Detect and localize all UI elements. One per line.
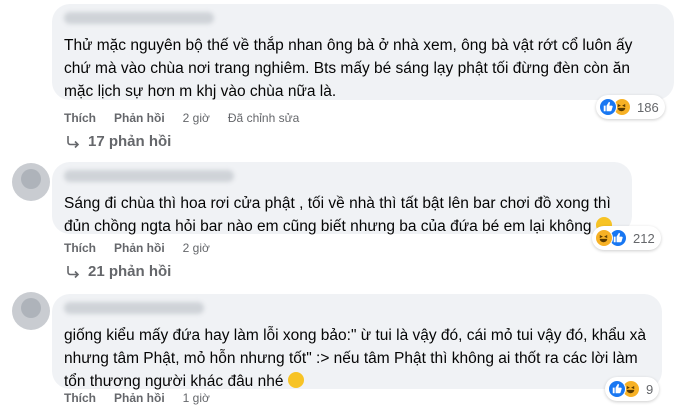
- commenter-name[interactable]: [64, 170, 234, 182]
- reaction-count: 9: [646, 381, 654, 397]
- comment-actions: Thích Phản hồi 2 giờ Đã chỉnh sửa: [64, 111, 299, 125]
- comment-bubble: Sáng đi chùa thì hoa rơi cửa phật , tối …: [52, 162, 632, 235]
- grin-emoji-icon: [287, 372, 304, 388]
- comment-time[interactable]: 2 giờ: [183, 241, 210, 255]
- reaction-summary[interactable]: 9: [605, 377, 660, 401]
- comment-actions: Thích Phản hồi 1 giờ: [64, 391, 210, 405]
- avatar[interactable]: [12, 292, 50, 330]
- avatar[interactable]: [12, 163, 50, 201]
- reaction-summary[interactable]: 186: [596, 95, 665, 119]
- reply-button[interactable]: Phản hồi: [114, 111, 165, 125]
- like-button[interactable]: Thích: [64, 241, 96, 255]
- like-icon: [608, 380, 626, 398]
- view-replies-button[interactable]: 21 phản hồi: [66, 263, 171, 280]
- reply-arrow-icon: [66, 135, 80, 149]
- reaction-count: 212: [633, 230, 655, 246]
- reaction-count: 186: [637, 99, 659, 115]
- like-button[interactable]: Thích: [64, 391, 96, 405]
- edited-label: Đã chỉnh sửa: [227, 111, 300, 125]
- reaction-summary[interactable]: 212: [592, 226, 661, 250]
- replies-count: 21 phản hồi: [88, 263, 172, 280]
- like-icon: [599, 98, 617, 116]
- comment-text: Sáng đi chùa thì hoa rơi cửa phật , tối …: [64, 195, 612, 235]
- view-replies-button[interactable]: 17 phản hồi: [66, 133, 171, 150]
- comment-actions: Thích Phản hồi 2 giờ: [64, 241, 210, 255]
- comment-bubble: Thử mặc nguyên bộ thế về thắp nhan ông b…: [52, 4, 674, 100]
- like-button[interactable]: Thích: [64, 111, 96, 125]
- replies-count: 17 phản hồi: [88, 133, 172, 150]
- commenter-name[interactable]: [64, 12, 214, 24]
- comment-time[interactable]: 1 giờ: [183, 391, 210, 405]
- comment-text: giống kiểu mấy đứa hay làm lỗi xong bảo:…: [64, 327, 646, 390]
- commenter-name[interactable]: [64, 302, 204, 314]
- comment-bubble: giống kiểu mấy đứa hay làm lỗi xong bảo:…: [52, 294, 662, 390]
- comment-time[interactable]: 2 giờ: [183, 111, 210, 125]
- reply-arrow-icon: [66, 265, 80, 279]
- reply-button[interactable]: Phản hồi: [114, 391, 165, 405]
- haha-icon: [595, 229, 613, 247]
- reply-button[interactable]: Phản hồi: [114, 241, 165, 255]
- comment-text: Thử mặc nguyên bộ thế về thắp nhan ông b…: [64, 37, 633, 100]
